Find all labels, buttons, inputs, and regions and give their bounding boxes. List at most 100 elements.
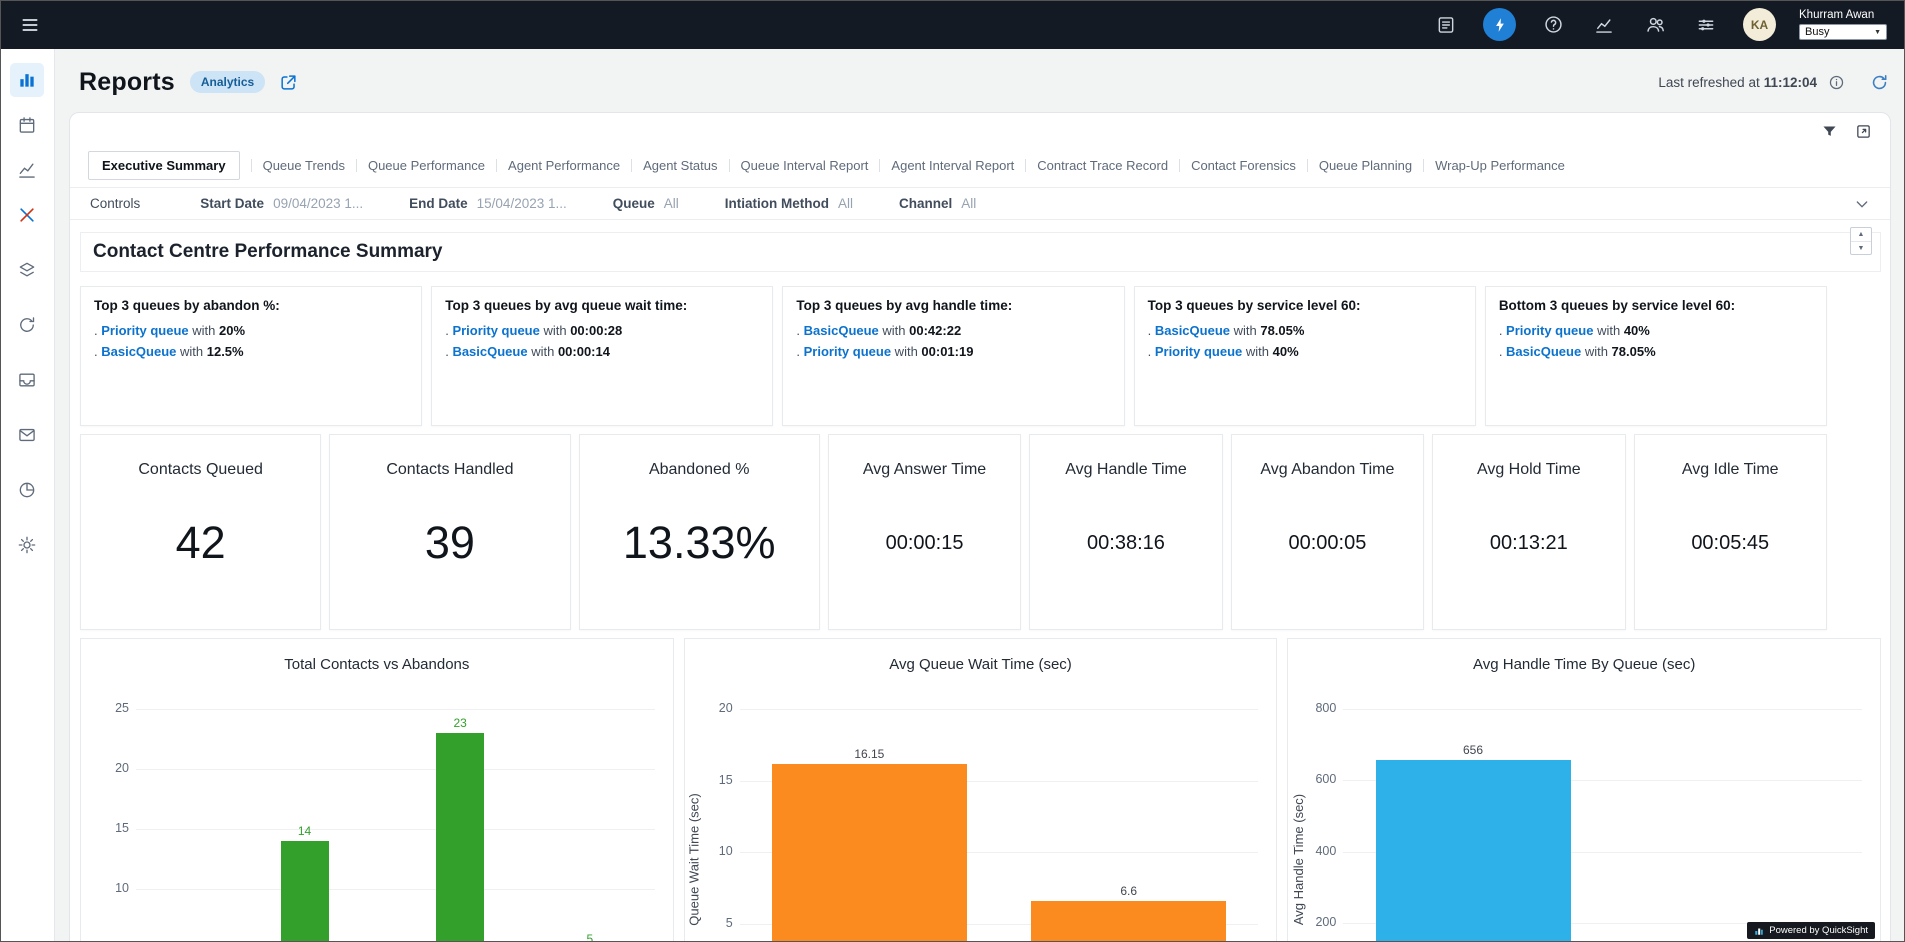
chevron-down-icon: ▼ (1874, 29, 1881, 36)
tab-queue-performance[interactable]: Queue Performance (345, 152, 485, 179)
queue-link[interactable]: BasicQueue (1506, 344, 1581, 359)
sidebar-history-icon[interactable] (10, 308, 44, 342)
kpi-card-avg-hold-time: Avg Hold Time00:13:21 (1432, 434, 1625, 630)
kpi-cards: Contacts Queued42Contacts Handled39Aband… (80, 434, 1827, 630)
info-icon[interactable] (1828, 74, 1845, 91)
sidebar-line-chart-icon[interactable] (10, 153, 44, 187)
kpi-value-wrap: 00:00:05 (1288, 479, 1366, 629)
tab-queue-interval-report[interactable]: Queue Interval Report (718, 152, 869, 179)
queue-link[interactable]: BasicQueue (452, 344, 527, 359)
chart-title: Avg Handle Time By Queue (sec) (1288, 656, 1880, 673)
queue-link[interactable]: Priority queue (452, 323, 539, 338)
bar-contacts-1[interactable] (281, 841, 329, 942)
status-select[interactable]: Busy ▼ (1799, 24, 1887, 40)
filter-funnel-icon[interactable] (1821, 123, 1838, 140)
users-icon[interactable] (1641, 11, 1669, 39)
filter-end-date[interactable]: End Date15/04/2023 1... (409, 196, 567, 211)
chart-card-avg-queue-wait-time-sec: Avg Queue Wait Time (sec)Queue Wait Time… (684, 638, 1278, 942)
help-icon[interactable] (1539, 11, 1567, 39)
queue-link[interactable]: Priority queue (1155, 344, 1242, 359)
sidebar-gear-icon[interactable] (10, 528, 44, 562)
filter-start-date[interactable]: Start Date09/04/2023 1... (200, 196, 363, 211)
sidebar-flows-icon[interactable] (10, 198, 44, 232)
queue-link[interactable]: BasicQueue (1155, 323, 1230, 338)
kpi-card-avg-handle-time: Avg Handle Time00:38:16 (1029, 434, 1222, 630)
filter-label: End Date (409, 196, 468, 211)
kpi-value: 00:00:05 (1288, 532, 1366, 555)
tab-agent-status[interactable]: Agent Status (620, 152, 717, 179)
tab-queue-trends[interactable]: Queue Trends (240, 152, 345, 179)
queue-link[interactable]: BasicQueue (804, 323, 879, 338)
caret-down-icon[interactable]: ▼ (1851, 241, 1871, 254)
refresh-icon[interactable] (1870, 73, 1889, 92)
bar-avg-queue-wait-time-0[interactable] (772, 764, 967, 942)
queue-link[interactable]: BasicQueue (101, 344, 176, 359)
user-block: Khurram Awan Busy ▼ (1799, 9, 1891, 40)
filter-value: All (838, 196, 853, 211)
sidebar-layers-icon[interactable] (10, 253, 44, 287)
plot-area: 5101520254143235 (136, 709, 655, 942)
tab-contact-forensics[interactable]: Contact Forensics (1168, 152, 1296, 179)
plot-area: 510152016.156.6 (740, 709, 1259, 942)
controls-label: Controls (90, 196, 140, 211)
filter-intiation-method[interactable]: Intiation Method All (725, 196, 853, 211)
tab-queue-planning[interactable]: Queue Planning (1296, 152, 1412, 179)
notepad-icon[interactable] (1432, 11, 1460, 39)
user-name: Khurram Awan (1799, 9, 1874, 21)
tab-executive-summary[interactable]: Executive Summary (88, 151, 240, 180)
bar-avg-queue-wait-time-1[interactable] (1031, 901, 1226, 942)
tab-contract-trace-record[interactable]: Contract Trace Record (1014, 152, 1168, 179)
queue-link[interactable]: Priority queue (804, 344, 891, 359)
filter-label: Intiation Method (725, 196, 829, 211)
quicksight-logo-icon (1754, 926, 1764, 936)
kpi-value: 42 (176, 517, 226, 569)
caret-up-icon[interactable]: ▲ (1851, 228, 1871, 241)
kpi-value-wrap: 42 (176, 479, 226, 629)
sidebar-inbox-icon[interactable] (10, 363, 44, 397)
insight-card-title: Top 3 queues by avg handle time: (796, 298, 1110, 313)
sidebar-bar-chart-icon[interactable] (10, 63, 44, 97)
menu-icon[interactable] (14, 11, 46, 39)
sidebar-calendar-icon[interactable] (10, 108, 44, 142)
tab-agent-interval-report[interactable]: Agent Interval Report (868, 152, 1014, 179)
kpi-card-avg-idle-time: Avg Idle Time00:05:45 (1634, 434, 1827, 630)
insight-value: 00:42:22 (909, 323, 961, 338)
y-tick-label: 400 (1296, 844, 1336, 858)
insight-value: 20% (219, 323, 245, 338)
filter-queue[interactable]: QueueAll (613, 196, 679, 211)
metrics-icon[interactable] (1590, 11, 1618, 39)
bar-avg-handle-time-0[interactable] (1376, 760, 1571, 942)
sidebar-pie-chart-icon[interactable] (10, 473, 44, 507)
kpi-value: 00:13:21 (1490, 532, 1568, 555)
header-right: Last refreshed at 11:12:04 (1658, 73, 1889, 92)
powered-by-text: Powered by QuickSight (1769, 925, 1868, 936)
tab-agent-performance[interactable]: Agent Performance (485, 152, 620, 179)
last-refreshed-time: 11:12:04 (1764, 75, 1817, 90)
filter-channel[interactable]: ChannelAll (899, 196, 976, 211)
flash-icon[interactable] (1483, 8, 1516, 41)
tab-wrap-up-performance[interactable]: Wrap-Up Performance (1412, 152, 1565, 179)
queue-link[interactable]: Priority queue (101, 323, 188, 338)
y-tick-label: 20 (693, 701, 733, 715)
bar-value-label: 14 (281, 824, 329, 838)
report-tabs: Executive SummaryQueue TrendsQueue Perfo… (70, 113, 1890, 180)
queue-link[interactable]: Priority queue (1506, 323, 1593, 338)
insight-card-top-3-queues-by-avg-handle-time: Top 3 queues by avg handle time:. BasicQ… (782, 286, 1124, 426)
filter-value: 09/04/2023 1... (273, 196, 363, 211)
insight-line: . BasicQueue with 12.5% (94, 344, 408, 359)
expand-icon[interactable] (1855, 123, 1872, 140)
bar-contacts-2[interactable] (436, 733, 484, 942)
page-title: Reports (79, 68, 175, 97)
sidebar-mail-icon[interactable] (10, 418, 44, 452)
kpi-value: 00:05:45 (1691, 532, 1769, 555)
chevron-down-icon[interactable] (1854, 196, 1870, 212)
insight-card-bottom-3-queues-by-service-level-60: Bottom 3 queues by service level 60:. Pr… (1485, 286, 1827, 426)
sliders-icon[interactable] (1692, 11, 1720, 39)
avatar[interactable]: KA (1743, 8, 1776, 41)
y-tick-label: 200 (1296, 915, 1336, 929)
filter-label: Queue (613, 196, 655, 211)
insight-line: . Priority queue with 20% (94, 323, 408, 338)
insight-value: 00:00:14 (558, 344, 610, 359)
analytics-badge: Analytics (190, 71, 265, 93)
external-link-icon[interactable] (279, 73, 298, 92)
